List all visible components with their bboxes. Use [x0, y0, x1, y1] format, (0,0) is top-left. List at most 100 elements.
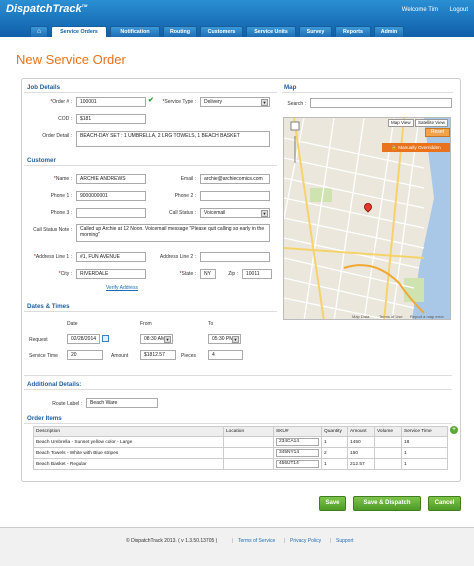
phone1-label: Phone 1 : [50, 193, 72, 199]
map-report-link[interactable]: Report a map error [410, 314, 444, 319]
map-reset-button[interactable]: Reset [425, 128, 450, 137]
dispatchtrack-logo[interactable]: DispatchTrackTM [6, 3, 87, 15]
amount-input[interactable]: $1812.57 [140, 350, 176, 360]
tab-service-units[interactable]: Service Units [246, 26, 296, 37]
tab-customers[interactable]: Customers [200, 26, 243, 37]
item-amount: 150 [347, 447, 375, 459]
verify-address-link[interactable]: Verify Address [106, 285, 138, 291]
item-amount: 212.57 [347, 458, 375, 470]
column-header: Service Time [401, 426, 448, 437]
home-icon: ⌂ [36, 28, 42, 35]
support-link[interactable]: Support [336, 538, 354, 544]
phone2-label: Phone 2 : [174, 193, 196, 199]
page-title: New Service Order [16, 52, 126, 67]
item-volume [374, 458, 402, 470]
email-input[interactable]: archie@archiecomics.com [200, 174, 270, 184]
save-dispatch-button[interactable]: Save & Dispatch [353, 496, 421, 511]
service-time-input[interactable]: 20 [67, 350, 103, 360]
state-input[interactable]: NY [200, 269, 216, 279]
route-label-label: Route Label : [52, 401, 82, 407]
logout-link[interactable]: Logout [450, 7, 468, 13]
pieces-label: Pieces [181, 353, 197, 359]
tab-survey[interactable]: Survey [299, 26, 332, 37]
table-row[interactable]: Beach Basket - Regular 456UT14 1 212.57 … [33, 458, 448, 470]
divider [24, 389, 452, 390]
add-item-icon[interactable]: + [450, 426, 458, 434]
item-service-time: 1 [401, 447, 448, 459]
name-input[interactable]: ARCHIE ANDREWS [76, 174, 146, 184]
item-sku: 345NY14 [273, 447, 322, 459]
address2-input[interactable] [200, 252, 270, 262]
order-detail-label: Order Detail : [42, 133, 72, 139]
tab-admin[interactable]: Admin [374, 26, 404, 37]
route-label-input[interactable]: Beach Ware [86, 398, 158, 408]
footer-separator: | [284, 538, 286, 544]
call-status-select[interactable]: Voicemail ▼ [200, 208, 270, 218]
divider [282, 92, 453, 93]
call-status-note-label: Call Status Note : [33, 227, 72, 233]
order-items-heading: Order Items [27, 415, 62, 422]
tab-notification[interactable]: Notification [110, 26, 160, 37]
table-header-row: Description Location SKU# Quantity Amoun… [33, 426, 448, 437]
privacy-link[interactable]: Privacy Policy [290, 538, 321, 544]
name-label: *Name : [53, 176, 72, 182]
item-quantity: 2 [321, 447, 348, 459]
sku-input[interactable]: 234CA14 [276, 438, 319, 446]
cancel-button[interactable]: Cancel [428, 496, 461, 511]
map-terms-link[interactable]: Terms of Use [379, 314, 403, 319]
divider [24, 423, 452, 424]
chevron-down-icon: ▼ [261, 99, 268, 106]
from-column-label: From [140, 321, 152, 327]
tab-home[interactable]: ⌂ [30, 26, 48, 37]
manually-overridden-button[interactable]: 🔒 Manually Overridden [382, 143, 450, 152]
order-number-label: *Order # : [50, 99, 72, 105]
map-view-button[interactable]: Map View [388, 119, 414, 127]
table-row[interactable]: Beach Umbrella - Sunset yellow color - L… [33, 436, 448, 448]
request-date-input[interactable]: 02/28/2014 [67, 334, 100, 344]
zip-input[interactable]: 10011 [242, 269, 272, 279]
item-amount: 1450 [347, 436, 375, 448]
amount-label: Amount [111, 353, 129, 359]
item-description: Beach Basket - Regular [33, 458, 224, 470]
from-time-select[interactable]: 08:30 AM ▼ [140, 334, 173, 344]
call-status-label: Call Status : [169, 210, 196, 216]
city-input[interactable]: RIVERDALE [76, 269, 146, 279]
tab-reports[interactable]: Reports [335, 26, 371, 37]
satellite-view-button[interactable]: Satellite View [415, 119, 448, 127]
save-button[interactable]: Save [319, 496, 346, 511]
state-label: *State : [179, 271, 196, 277]
to-time-select[interactable]: 05:30 PM ▼ [208, 334, 241, 344]
order-number-input[interactable]: 100001 [76, 97, 146, 107]
phone1-input[interactable]: 9000000001 [76, 191, 146, 201]
sku-input[interactable]: 456UT14 [276, 460, 319, 468]
phone3-input[interactable] [76, 208, 146, 218]
tab-service-orders[interactable]: Service Orders [51, 26, 107, 37]
sku-input[interactable]: 345NY14 [276, 449, 319, 457]
column-header: SKU# [273, 426, 322, 437]
item-sku: 456UT14 [273, 458, 322, 470]
footer-separator: | [330, 538, 332, 544]
pieces-input[interactable]: 4 [208, 350, 243, 360]
item-volume [374, 436, 402, 448]
date-column-label: Date [67, 321, 78, 327]
phone2-input[interactable] [200, 191, 270, 201]
divider [24, 375, 452, 376]
table-row[interactable]: Beach Towels - White with Blue stripes 3… [33, 447, 448, 459]
item-service-time: 18 [401, 436, 448, 448]
calendar-icon[interactable] [102, 335, 109, 342]
tab-routing[interactable]: Routing [163, 26, 197, 37]
address1-label: *Address Line 1 : [33, 254, 72, 260]
map-canvas[interactable]: Map View Satellite View Reset 🔒 Manually… [283, 117, 451, 320]
chevron-down-icon: ▼ [164, 336, 171, 343]
main-nav: ⌂ Service Orders Notification Routing Cu… [0, 25, 474, 37]
address2-label: Address Line 2 : [159, 254, 196, 260]
phone3-label: Phone 3 : [50, 210, 72, 216]
order-detail-textarea[interactable]: BEACH-DAY SET : 1 UMBRELLA, 2 LRG TOWELS… [76, 131, 270, 147]
address1-input[interactable]: #1, FUN AVENUE [76, 252, 146, 262]
cod-input[interactable]: $181 [76, 114, 146, 124]
call-status-note-textarea[interactable]: Called up Archie at 12 Noon. Voicemail m… [76, 224, 270, 242]
map-search-input[interactable] [310, 98, 452, 108]
service-type-select[interactable]: Delivery ▼ [200, 97, 270, 107]
terms-link[interactable]: Terms of Service [238, 538, 275, 544]
copyright-text: © DispatchTrack 2013. ( v 1.3.50.13705 ) [126, 538, 218, 544]
